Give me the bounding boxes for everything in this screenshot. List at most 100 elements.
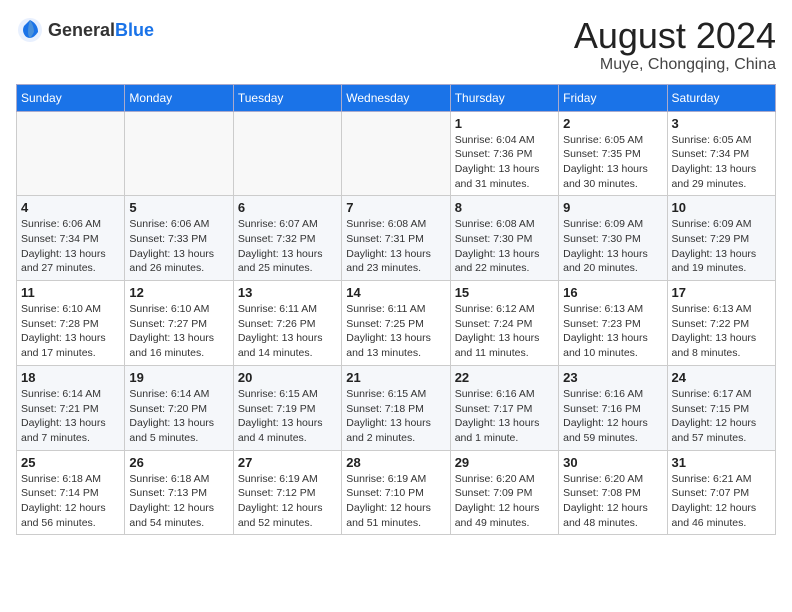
day-info: Sunrise: 6:18 AM Sunset: 7:13 PM Dayligh…: [129, 472, 228, 531]
calendar-table: SundayMondayTuesdayWednesdayThursdayFrid…: [16, 84, 776, 536]
month-title: August 2024: [574, 16, 776, 56]
day-number: 13: [238, 285, 337, 300]
cell-content: 7 Sunrise: 6:08 AM Sunset: 7:31 PM Daylig…: [346, 200, 445, 276]
calendar-header: SundayMondayTuesdayWednesdayThursdayFrid…: [17, 84, 776, 111]
day-number: 26: [129, 455, 228, 470]
day-info: Sunrise: 6:13 AM Sunset: 7:23 PM Dayligh…: [563, 302, 662, 361]
calendar-cell: 26 Sunrise: 6:18 AM Sunset: 7:13 PM Dayli…: [125, 450, 233, 535]
page-header: GeneralBlue August 2024 Muye, Chongqing,…: [16, 16, 776, 74]
day-number: 25: [21, 455, 120, 470]
weekday-header-thursday: Thursday: [450, 84, 558, 111]
calendar-cell: 28Sunrise: 6:19 AM Sunset: 7:10 PM Dayli…: [342, 450, 450, 535]
day-info: Sunrise: 6:16 AM Sunset: 7:16 PM Dayligh…: [563, 387, 662, 446]
calendar-cell: [17, 111, 125, 196]
day-info: Sunrise: 6:14 AM Sunset: 7:20 PM Dayligh…: [129, 387, 228, 446]
cell-content: 18 Sunrise: 6:14 AM Sunset: 7:21 PM Dayli…: [21, 370, 120, 446]
day-info: Sunrise: 6:12 AM Sunset: 7:24 PM Dayligh…: [455, 302, 554, 361]
weekday-header-tuesday: Tuesday: [233, 84, 341, 111]
cell-content: 14 Sunrise: 6:11 AM Sunset: 7:25 PM Dayli…: [346, 285, 445, 361]
calendar-cell: 27Sunrise: 6:19 AM Sunset: 7:12 PM Dayli…: [233, 450, 341, 535]
cell-content: 19 Sunrise: 6:14 AM Sunset: 7:20 PM Dayli…: [129, 370, 228, 446]
calendar-cell: [125, 111, 233, 196]
day-info: Sunrise: 6:17 AM Sunset: 7:15 PM Dayligh…: [672, 387, 771, 446]
cell-content: 11 Sunrise: 6:10 AM Sunset: 7:28 PM Dayli…: [21, 285, 120, 361]
cell-content: 15Sunrise: 6:12 AM Sunset: 7:24 PM Dayli…: [455, 285, 554, 361]
day-number: 6: [238, 200, 337, 215]
day-info: Sunrise: 6:19 AM Sunset: 7:10 PM Dayligh…: [346, 472, 445, 531]
day-info: Sunrise: 6:20 AM Sunset: 7:08 PM Dayligh…: [563, 472, 662, 531]
day-number: 1: [455, 116, 554, 131]
day-info: Sunrise: 6:21 AM Sunset: 7:07 PM Dayligh…: [672, 472, 771, 531]
day-number: 8: [455, 200, 554, 215]
day-number: 20: [238, 370, 337, 385]
day-info: Sunrise: 6:14 AM Sunset: 7:21 PM Dayligh…: [21, 387, 120, 446]
day-number: 30: [563, 455, 662, 470]
day-info: Sunrise: 6:20 AM Sunset: 7:09 PM Dayligh…: [455, 472, 554, 531]
cell-content: 30 Sunrise: 6:20 AM Sunset: 7:08 PM Dayli…: [563, 455, 662, 531]
day-info: Sunrise: 6:10 AM Sunset: 7:28 PM Dayligh…: [21, 302, 120, 361]
day-number: 7: [346, 200, 445, 215]
day-info: Sunrise: 6:16 AM Sunset: 7:17 PM Dayligh…: [455, 387, 554, 446]
cell-content: 6 Sunrise: 6:07 AM Sunset: 7:32 PM Daylig…: [238, 200, 337, 276]
calendar-cell: 14 Sunrise: 6:11 AM Sunset: 7:25 PM Dayli…: [342, 281, 450, 366]
calendar-cell: 8Sunrise: 6:08 AM Sunset: 7:30 PM Daylig…: [450, 196, 558, 281]
calendar-cell: 7 Sunrise: 6:08 AM Sunset: 7:31 PM Daylig…: [342, 196, 450, 281]
day-number: 16: [563, 285, 662, 300]
calendar-body: 1 Sunrise: 6:04 AM Sunset: 7:36 PM Daylig…: [17, 111, 776, 535]
calendar-cell: 4Sunrise: 6:06 AM Sunset: 7:34 PM Daylig…: [17, 196, 125, 281]
day-info: Sunrise: 6:15 AM Sunset: 7:18 PM Dayligh…: [346, 387, 445, 446]
cell-content: 3Sunrise: 6:05 AM Sunset: 7:34 PM Daylig…: [672, 116, 771, 192]
day-info: Sunrise: 6:07 AM Sunset: 7:32 PM Dayligh…: [238, 217, 337, 276]
calendar-cell: 15Sunrise: 6:12 AM Sunset: 7:24 PM Dayli…: [450, 281, 558, 366]
cell-content: 20 Sunrise: 6:15 AM Sunset: 7:19 PM Dayli…: [238, 370, 337, 446]
day-info: Sunrise: 6:06 AM Sunset: 7:33 PM Dayligh…: [129, 217, 228, 276]
day-number: 14: [346, 285, 445, 300]
calendar-cell: 23Sunrise: 6:16 AM Sunset: 7:16 PM Dayli…: [559, 365, 667, 450]
logo-text: GeneralBlue: [48, 20, 154, 41]
calendar-cell: 31 Sunrise: 6:21 AM Sunset: 7:07 PM Dayli…: [667, 450, 775, 535]
cell-content: 17Sunrise: 6:13 AM Sunset: 7:22 PM Dayli…: [672, 285, 771, 361]
calendar-cell: 2 Sunrise: 6:05 AM Sunset: 7:35 PM Daylig…: [559, 111, 667, 196]
calendar-cell: 24 Sunrise: 6:17 AM Sunset: 7:15 PM Dayli…: [667, 365, 775, 450]
cell-content: 29Sunrise: 6:20 AM Sunset: 7:09 PM Dayli…: [455, 455, 554, 531]
calendar-cell: 1 Sunrise: 6:04 AM Sunset: 7:36 PM Daylig…: [450, 111, 558, 196]
day-info: Sunrise: 6:10 AM Sunset: 7:27 PM Dayligh…: [129, 302, 228, 361]
calendar-cell: 22 Sunrise: 6:16 AM Sunset: 7:17 PM Dayli…: [450, 365, 558, 450]
logo: GeneralBlue: [16, 16, 154, 44]
calendar-cell: [342, 111, 450, 196]
logo-blue: Blue: [115, 20, 154, 40]
cell-content: 25Sunrise: 6:18 AM Sunset: 7:14 PM Dayli…: [21, 455, 120, 531]
calendar-cell: 19 Sunrise: 6:14 AM Sunset: 7:20 PM Dayli…: [125, 365, 233, 450]
calendar-cell: 21 Sunrise: 6:15 AM Sunset: 7:18 PM Dayli…: [342, 365, 450, 450]
day-number: 24: [672, 370, 771, 385]
cell-content: 21 Sunrise: 6:15 AM Sunset: 7:18 PM Dayli…: [346, 370, 445, 446]
day-info: Sunrise: 6:04 AM Sunset: 7:36 PM Dayligh…: [455, 133, 554, 192]
calendar-cell: 25Sunrise: 6:18 AM Sunset: 7:14 PM Dayli…: [17, 450, 125, 535]
cell-content: 2 Sunrise: 6:05 AM Sunset: 7:35 PM Daylig…: [563, 116, 662, 192]
calendar-cell: 17Sunrise: 6:13 AM Sunset: 7:22 PM Dayli…: [667, 281, 775, 366]
day-info: Sunrise: 6:11 AM Sunset: 7:25 PM Dayligh…: [346, 302, 445, 361]
weekday-header-monday: Monday: [125, 84, 233, 111]
calendar-cell: [233, 111, 341, 196]
cell-content: 16 Sunrise: 6:13 AM Sunset: 7:23 PM Dayli…: [563, 285, 662, 361]
cell-content: 10Sunrise: 6:09 AM Sunset: 7:29 PM Dayli…: [672, 200, 771, 276]
day-info: Sunrise: 6:09 AM Sunset: 7:30 PM Dayligh…: [563, 217, 662, 276]
logo-general: General: [48, 20, 115, 40]
day-number: 11: [21, 285, 120, 300]
day-number: 22: [455, 370, 554, 385]
day-number: 2: [563, 116, 662, 131]
day-number: 19: [129, 370, 228, 385]
day-info: Sunrise: 6:15 AM Sunset: 7:19 PM Dayligh…: [238, 387, 337, 446]
title-area: August 2024 Muye, Chongqing, China: [574, 16, 776, 74]
logo-icon: [16, 16, 44, 44]
week-row-2: 4Sunrise: 6:06 AM Sunset: 7:34 PM Daylig…: [17, 196, 776, 281]
day-number: 21: [346, 370, 445, 385]
day-info: Sunrise: 6:08 AM Sunset: 7:31 PM Dayligh…: [346, 217, 445, 276]
calendar-cell: 10Sunrise: 6:09 AM Sunset: 7:29 PM Dayli…: [667, 196, 775, 281]
day-number: 18: [21, 370, 120, 385]
cell-content: 26 Sunrise: 6:18 AM Sunset: 7:13 PM Dayli…: [129, 455, 228, 531]
day-number: 31: [672, 455, 771, 470]
calendar-cell: 6 Sunrise: 6:07 AM Sunset: 7:32 PM Daylig…: [233, 196, 341, 281]
day-number: 27: [238, 455, 337, 470]
day-info: Sunrise: 6:05 AM Sunset: 7:35 PM Dayligh…: [563, 133, 662, 192]
